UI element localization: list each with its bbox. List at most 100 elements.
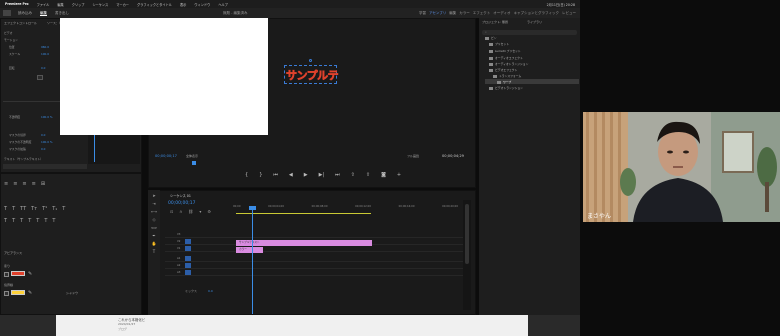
vertical-text-icon[interactable]: T	[44, 218, 47, 224]
time-ruler[interactable]: 00;00 00;00;04;00 00;00;08;00 00;00;12;0…	[233, 205, 458, 213]
program-video-frame[interactable]	[60, 18, 268, 135]
underline-icon[interactable]: T	[62, 206, 65, 212]
hand-tool-icon[interactable]: ✋	[148, 241, 160, 246]
pen-tool-icon[interactable]: ✒	[148, 233, 160, 238]
uniform-scale-checkbox[interactable]	[37, 75, 43, 80]
play-icon[interactable]: ▶	[304, 172, 308, 178]
superscript-icon[interactable]: T¹	[42, 206, 47, 212]
align-right-icon[interactable]: ≡	[22, 181, 26, 187]
workspace-edit[interactable]: 編集	[449, 11, 456, 16]
project-item[interactable]: Lumetri プリセット	[489, 49, 521, 53]
ec-selected-row[interactable]	[3, 164, 87, 169]
workspace-assembly[interactable]: アセンブリ	[429, 11, 446, 16]
menu-window[interactable]: ウィンドウ	[190, 2, 214, 7]
camera-icon[interactable]: ◙	[381, 172, 386, 178]
menu-graphics[interactable]: グラフィックとタイトル	[133, 2, 176, 7]
go-to-out-icon[interactable]: ⏭	[335, 172, 340, 178]
step-back-icon[interactable]: ◀	[289, 172, 293, 178]
clip-color-matte[interactable]: カラー	[236, 247, 263, 253]
project-item[interactable]: ビン	[485, 36, 497, 40]
project-item[interactable]: トランスフォーム	[493, 74, 521, 78]
kerning-icon[interactable]: T	[12, 218, 15, 224]
fill-eyedropper-icon[interactable]: ✎	[28, 271, 32, 277]
ripple-edit-icon[interactable]: ⟷	[148, 209, 160, 214]
project-item[interactable]: オーディオトランジション	[489, 62, 528, 66]
timeline-playhead[interactable]	[252, 206, 253, 314]
workspace-review[interactable]: レビュー	[562, 11, 576, 16]
baseline-icon[interactable]: T	[20, 218, 23, 224]
menu-clip[interactable]: クリップ	[68, 2, 89, 7]
smallcaps-icon[interactable]: Tт	[31, 206, 37, 212]
timeline-vscroll[interactable]	[463, 200, 471, 310]
tab-edit[interactable]: 編集	[36, 11, 51, 16]
add-marker-icon[interactable]: ▾	[199, 209, 201, 214]
track-select-icon[interactable]: ⇥	[148, 201, 160, 206]
type-tool-icon[interactable]: T	[148, 249, 160, 254]
workspace-learn[interactable]: 学習	[419, 11, 426, 16]
quality-select[interactable]: フル画質	[407, 154, 419, 158]
track-target[interactable]	[185, 246, 191, 251]
track-a3[interactable]: A3	[165, 270, 465, 276]
selection-tool-icon[interactable]: ➤	[148, 193, 160, 198]
stroke-eyedropper-icon[interactable]: ✎	[28, 290, 32, 296]
workspace-effects[interactable]: エフェクト	[473, 11, 491, 16]
ec-mask-opacity-value[interactable]: 100.0 %	[41, 140, 53, 144]
libraries-tab[interactable]: ライブラリ	[527, 20, 542, 24]
project-item[interactable]: プリセット	[489, 42, 509, 46]
title-text-graphic[interactable]: サンプルテ	[286, 67, 339, 83]
linked-icon[interactable]: ⛓	[188, 209, 193, 214]
fill-checkbox[interactable]	[4, 272, 9, 277]
stroke-swatch[interactable]	[11, 290, 25, 295]
italic-icon[interactable]: T	[12, 206, 15, 212]
leading-icon[interactable]: T	[36, 218, 39, 224]
stroke-checkbox[interactable]	[4, 291, 9, 296]
project-item[interactable]: ビデオトランジション	[489, 86, 523, 90]
track-target[interactable]	[185, 256, 191, 261]
workspace-color[interactable]: カラー	[459, 11, 470, 16]
allcaps-icon[interactable]: TT	[20, 206, 26, 212]
mark-out-icon[interactable]: }	[259, 172, 262, 178]
workspace-captions[interactable]: キャプションとグラフィック	[514, 11, 559, 16]
text-frame-icon[interactable]: ⊞	[41, 181, 45, 187]
project-item[interactable]: オーディオエフェクト	[489, 56, 523, 60]
justify-icon[interactable]: ≡	[32, 181, 36, 187]
ec-mask-expansion-value[interactable]: 0.0	[41, 147, 45, 151]
tab-import[interactable]: 読み込み	[14, 11, 36, 16]
track-target[interactable]	[185, 239, 191, 244]
workspace-audio[interactable]: オーディオ	[493, 11, 510, 16]
menu-sequence[interactable]: シーケンス	[88, 2, 112, 7]
snap-icon[interactable]: ∩	[179, 209, 182, 214]
ec-mask-feather-value[interactable]: 0.0	[41, 133, 45, 137]
project-item[interactable]: ビデオエフェクト	[489, 68, 517, 72]
scroll-thumb[interactable]	[465, 204, 469, 264]
nest-icon[interactable]: ⊡	[170, 209, 173, 214]
fill-swatch[interactable]	[11, 271, 25, 276]
ec-scale-value[interactable]: 100.0	[41, 52, 49, 56]
ec-rotation-value[interactable]: 0.0	[41, 66, 45, 70]
zoom-select[interactable]: 全体表示	[186, 154, 198, 158]
track-target[interactable]	[185, 270, 191, 275]
add-button-icon[interactable]: +	[397, 172, 401, 178]
subscript-icon[interactable]: T₁	[52, 206, 57, 212]
bold-icon[interactable]: T	[4, 206, 7, 212]
program-playhead-marker[interactable]	[192, 161, 196, 165]
slip-tool-icon[interactable]: ⟺	[148, 225, 160, 230]
effect-controls-tab[interactable]: エフェクトコントロール	[4, 21, 37, 25]
work-area-bar[interactable]	[236, 213, 371, 214]
menu-edit[interactable]: 編集	[53, 2, 67, 7]
tracking-icon[interactable]: T	[4, 218, 7, 224]
project-tab[interactable]: プロジェクト: 無題	[482, 20, 508, 24]
lift-icon[interactable]: ⇧	[351, 172, 355, 178]
search-input[interactable]: ⌕	[482, 30, 577, 35]
program-timecode[interactable]: 00;00;00;17	[155, 154, 177, 158]
menu-view[interactable]: 表示	[176, 2, 190, 7]
align-left-icon[interactable]: ≡	[4, 181, 8, 187]
mark-in-icon[interactable]: {	[245, 172, 248, 178]
tsume-icon[interactable]: T	[28, 218, 31, 224]
align-center-icon[interactable]: ≡	[13, 181, 17, 187]
sequence-tab[interactable]: シーケンス 01	[170, 193, 191, 198]
menu-help[interactable]: ヘルプ	[214, 2, 232, 7]
ec-position-value[interactable]: 960.0	[41, 45, 49, 49]
track-target[interactable]	[185, 263, 191, 268]
ec-opacity-value[interactable]: 100.0 %	[41, 115, 53, 119]
